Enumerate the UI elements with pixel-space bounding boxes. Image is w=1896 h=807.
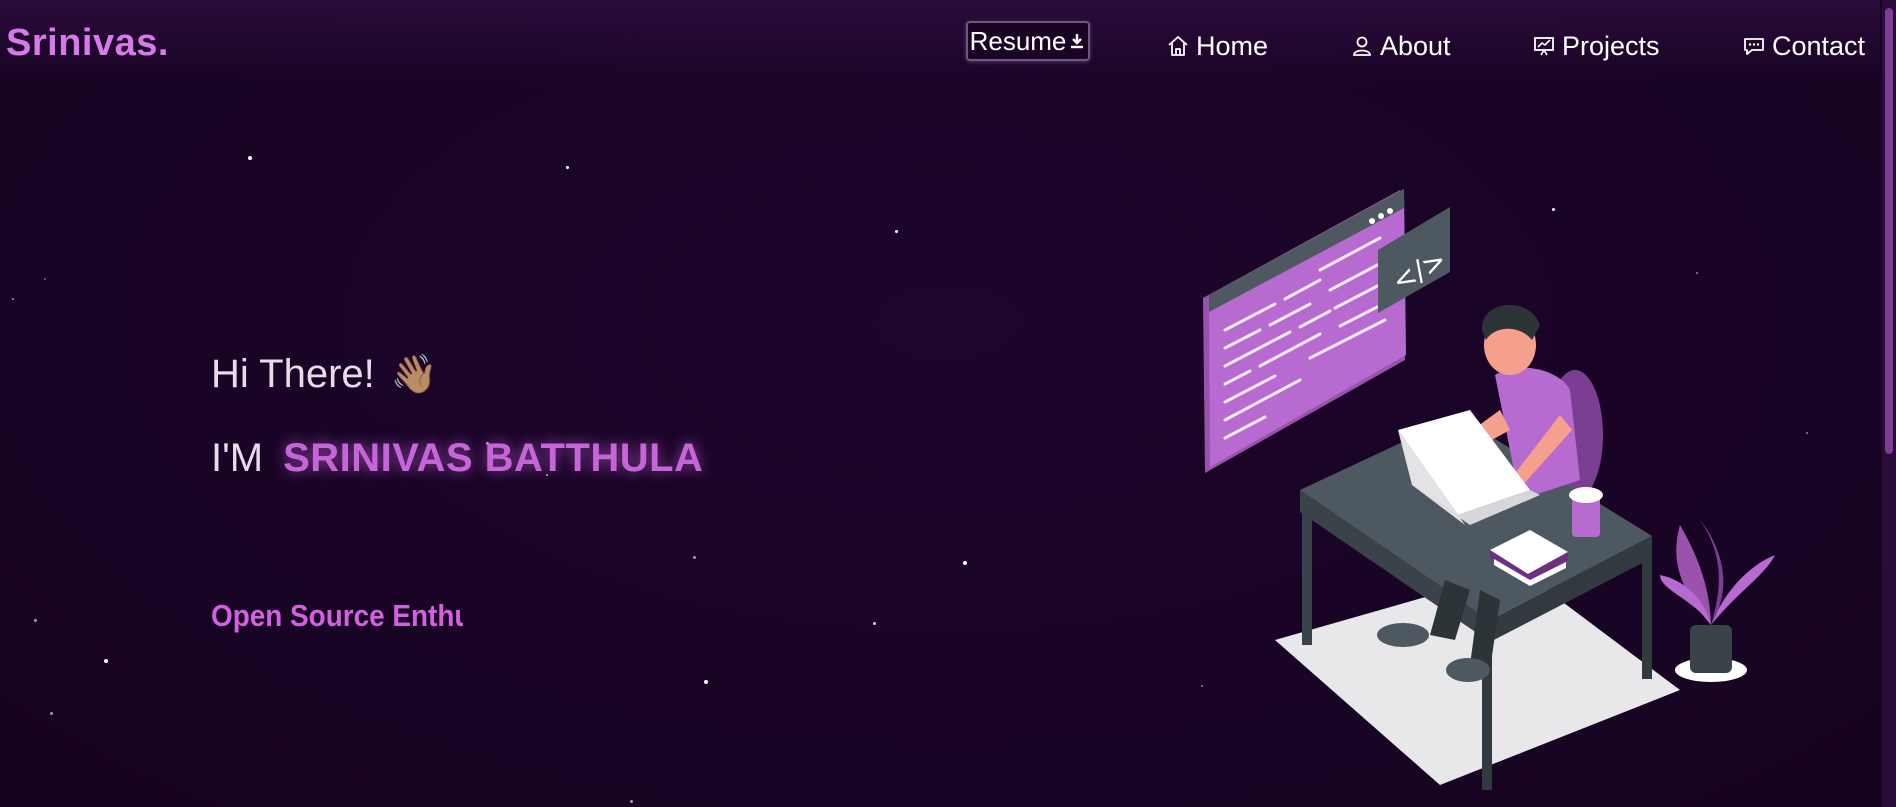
home-icon [1166, 34, 1190, 58]
hero-greeting: Hi There! 👋🏽 [211, 352, 438, 397]
star [12, 298, 14, 300]
scrollbar-thumb[interactable] [1885, 8, 1893, 454]
nav-item-label: Home [1196, 30, 1269, 61]
nav-item-label: Projects [1562, 30, 1660, 61]
star [630, 800, 633, 803]
star [873, 622, 876, 625]
star [248, 156, 252, 160]
star [963, 561, 967, 565]
nav-item-label: About [1380, 30, 1451, 61]
hero-name: SRINIVAS BATTHULA [283, 436, 704, 480]
greeting-text: Hi There! [211, 352, 375, 396]
star [704, 680, 708, 684]
user-icon [1350, 34, 1374, 58]
intro-prefix: I'M [211, 436, 264, 480]
chat-bubble-icon [1742, 34, 1766, 58]
navbar: Srinivas. Resume Home About Projects Con… [0, 0, 1880, 84]
developer-illustration: </> [1180, 180, 1780, 805]
star [50, 712, 53, 715]
presentation-chart-icon [1532, 34, 1556, 58]
star [566, 166, 569, 169]
star [44, 278, 46, 280]
star [1806, 432, 1808, 434]
nav-item-about[interactable]: About [1350, 28, 1451, 64]
resume-button-label: Resume [969, 25, 1067, 56]
nav-item-contact[interactable]: Contact [1742, 28, 1865, 64]
page: Srinivas. Resume Home About Projects Con… [0, 0, 1896, 807]
typewriter-role-text: Open Source Enthus [211, 598, 463, 633]
star [895, 230, 898, 233]
nav-item-home[interactable]: Home [1166, 28, 1268, 64]
waving-hand-icon: 👋🏽 [390, 353, 439, 396]
download-icon [1068, 26, 1086, 57]
nav-item-projects[interactable]: Projects [1532, 28, 1660, 64]
hero-intro: I'M SRINIVAS BATTHULA [211, 436, 703, 481]
star [34, 619, 37, 622]
resume-download-button[interactable]: Resume [966, 21, 1090, 61]
star [693, 556, 696, 559]
shoe-icon [1377, 623, 1429, 647]
scrollbar-track[interactable] [1882, 0, 1896, 807]
brand-logo[interactable]: Srinivas. [6, 22, 169, 65]
star [104, 659, 108, 663]
nav-item-label: Contact [1772, 30, 1866, 61]
